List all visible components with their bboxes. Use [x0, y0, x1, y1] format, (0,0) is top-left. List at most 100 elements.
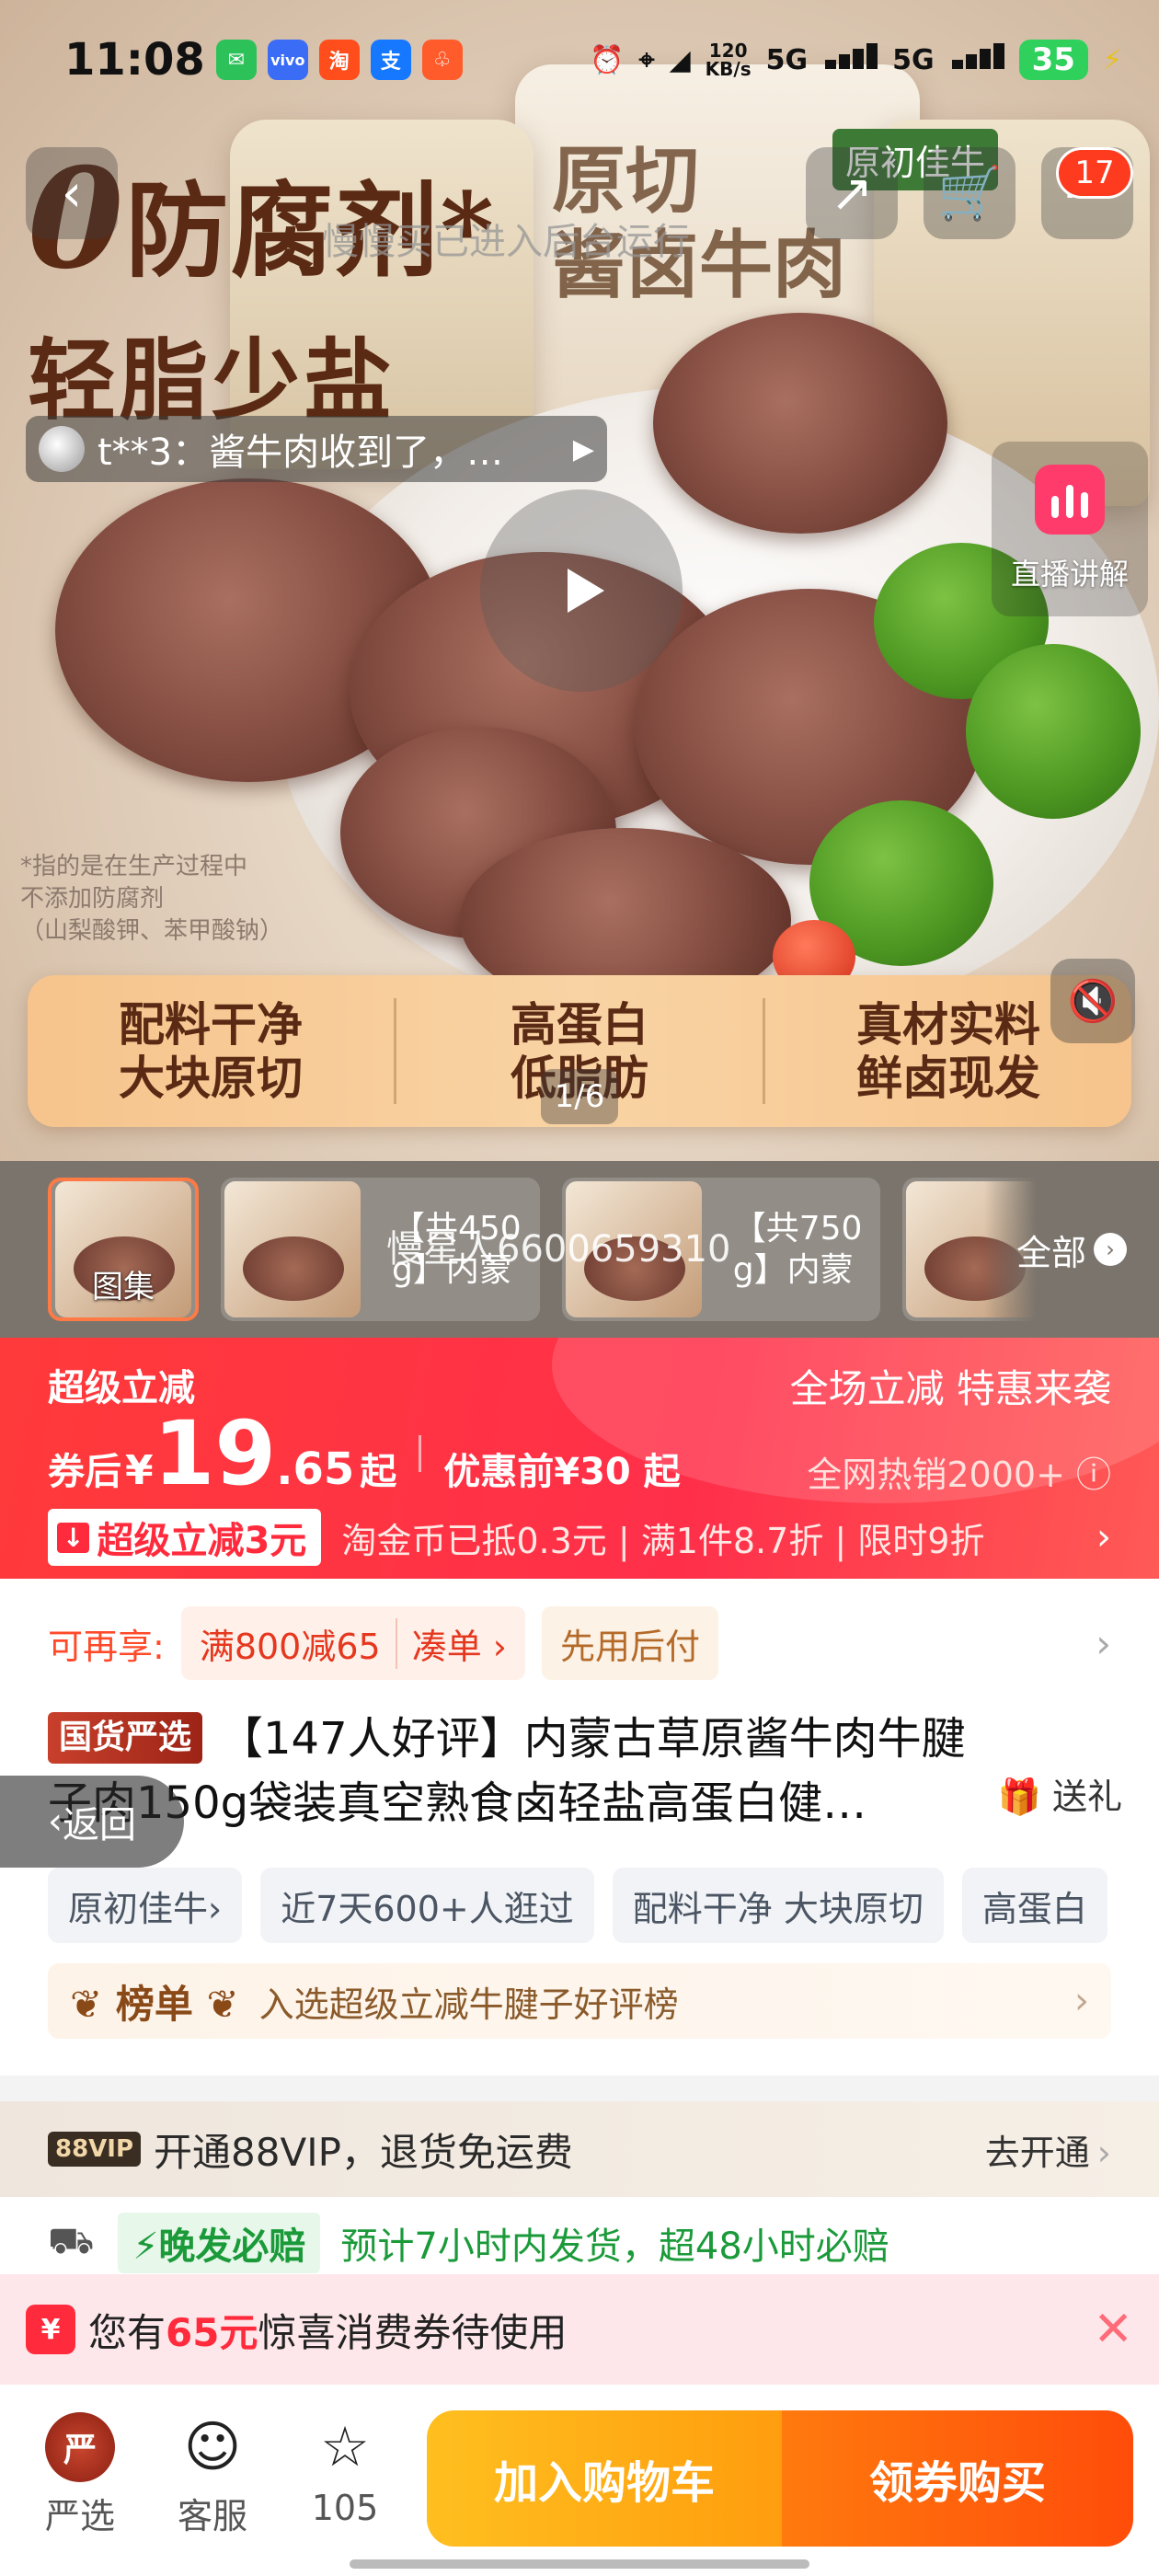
play-video-button[interactable] — [480, 489, 683, 692]
live-icon — [1035, 465, 1105, 535]
ranking-badge: ❦ 榜单 ❦ — [70, 1981, 239, 2027]
customer-service-button[interactable]: ☺ 客服 — [153, 2412, 272, 2538]
beef-image — [653, 313, 947, 534]
review-ticker[interactable]: t**3：酱牛肉收到了，… ▶ — [26, 416, 607, 482]
signal-icon — [822, 43, 878, 76]
vip-activate-link[interactable]: 去开通 › — [985, 2124, 1111, 2175]
network-type: 5G — [765, 43, 809, 76]
cart-button[interactable]: 🛒 — [924, 147, 1016, 239]
brand-chip[interactable]: 原初佳牛› — [48, 1868, 243, 1943]
currency-symbol: ¥ — [125, 1447, 154, 1494]
coupon-bar[interactable]: ¥ 您有 65元 惊喜消费券待使用 ✕ — [0, 2274, 1159, 2385]
back-button[interactable]: ‹ — [26, 147, 118, 239]
arrow-down-icon: ↓ — [57, 1522, 90, 1553]
chevron-left-icon: ‹ — [48, 1800, 63, 1843]
gift-button[interactable]: 🎁 送礼 — [979, 1772, 1122, 1823]
offers-label: 可再享: — [48, 1626, 165, 1667]
discount-row[interactable]: ↓ 超级立减3元 淘金币已抵0.3元 | 满1件8.7折 | 限时9折 › — [48, 1509, 1111, 1566]
visit-chip: 近7天600+人逛过 — [260, 1868, 594, 1943]
taobao-icon: 淘 — [318, 40, 360, 80]
chat-face-icon: ☺ — [183, 2415, 242, 2479]
app-icon: ♧ — [421, 40, 463, 80]
ranking-text: 入选超级立减牛腱子好评榜 — [258, 1984, 679, 2025]
home-indicator[interactable] — [350, 2559, 809, 2569]
store-logo-icon: 严 — [45, 2412, 115, 2482]
sales-count[interactable]: 全网热销2000+ ⓘ — [807, 1446, 1111, 1497]
favorite-button[interactable]: ☆ 105 — [285, 2412, 405, 2528]
chevron-right-icon: ▶ — [572, 432, 594, 466]
status-bar: 11:08 ✉ vivo 淘 支 ♧ ⏰ ⌖ ◢ 120 KB/s 5G 5G … — [0, 0, 1159, 120]
store-button[interactable]: 严 严选 — [20, 2412, 140, 2538]
share-button[interactable]: ↗ — [806, 147, 898, 239]
vip-row[interactable]: 88VIP 开通88VIP，退货免运费 去开通 › — [0, 2101, 1159, 2197]
close-icon[interactable]: ✕ — [1093, 2302, 1133, 2357]
live-label: 直播讲解 — [1010, 557, 1129, 592]
service-label: 客服 — [177, 2496, 247, 2536]
wechat-icon: ✉ — [215, 40, 257, 80]
feature-chip: 高蛋白 — [961, 1868, 1107, 1943]
pay-later-tag[interactable]: 先用后付 — [541, 1606, 718, 1680]
view-all-button[interactable]: 全部 › — [984, 1161, 1159, 1338]
play-icon — [568, 569, 604, 613]
alarm-icon: ⏰ — [590, 43, 625, 76]
feature-cell: 配料干净 大块原切 — [28, 998, 396, 1104]
chevron-left-icon: ‹ — [61, 163, 83, 224]
vip-text: 开通88VIP，退货免运费 — [154, 2129, 573, 2175]
background-watermark: 慢慢买已进入后台运行 — [322, 221, 690, 263]
store-label: 严选 — [44, 2496, 115, 2536]
bottom-action-bar: 严 严选 ☺ 客服 ☆ 105 加入购物车 领券购买 — [0, 2385, 1159, 2576]
original-price: 优惠前¥30 起 — [443, 1451, 681, 1493]
star-icon: ☆ — [320, 2415, 370, 2479]
chevron-right-icon: › — [1096, 1516, 1111, 1558]
charging-icon: ⚡ — [1102, 43, 1122, 76]
buy-with-coupon-button[interactable]: 领券购买 — [782, 2410, 1133, 2547]
ticker-text: t**3：酱牛肉收到了，… — [98, 431, 504, 474]
chevron-right-icon: › — [1074, 1980, 1089, 2022]
feature-chip: 配料干净 大块原切 — [612, 1868, 944, 1943]
product-title[interactable]: 国货严选 【147人好评】内蒙古草原酱牛肉牛腱 子肉150g袋装真空熟食卤轻盐高蛋… — [48, 1708, 1122, 1835]
gallery-thumb-all[interactable]: 图集 — [48, 1178, 199, 1321]
status-time: 11:08 — [64, 34, 205, 86]
live-explain-button[interactable]: 直播讲解 — [992, 442, 1148, 616]
ranking-row[interactable]: ❦ 榜单 ❦ 入选超级立减牛腱子好评榜 › — [48, 1963, 1111, 2039]
chevron-right-icon: › — [1094, 1233, 1127, 1266]
truck-icon: ⛟ — [48, 2219, 95, 2262]
signal-icon — [949, 43, 1004, 76]
price-prefix: 券后 — [48, 1451, 121, 1493]
coupon-amount: 65元 — [166, 2309, 258, 2355]
vip-badge: 88VIP — [48, 2132, 142, 2167]
carousel-pager: 1/6 — [541, 1069, 618, 1124]
watermark-overlay: 慢星人6600659310 — [386, 1228, 731, 1271]
price-suffix: 起 — [360, 1451, 397, 1493]
avatar — [39, 426, 85, 472]
coupon-text: 您有 — [88, 2309, 166, 2355]
status-right: ⏰ ⌖ ◢ 120 KB/s 5G 5G 35 ⚡ — [590, 40, 1122, 80]
offer-tag[interactable]: 满800减65 凑单 › — [180, 1606, 525, 1680]
extra-offers-row[interactable]: 可再享: 满800减65 凑单 › 先用后付 › — [48, 1606, 1111, 1680]
chevron-right-icon: › — [1096, 1620, 1111, 1666]
speaker-muted-icon: 🔇 — [1067, 978, 1119, 1025]
brand-badge: 国货严选 — [48, 1712, 203, 1765]
add-to-cart-button[interactable]: 加入购物车 — [427, 2410, 782, 2547]
cart-icon: 🛒 — [937, 164, 1002, 224]
favorite-count: 105 — [311, 2488, 379, 2528]
return-button[interactable]: ‹ 返回 — [0, 1776, 184, 1868]
view-all-label: 全部 — [1016, 1232, 1086, 1273]
hero-carousel[interactable]: 0防腐剂* 轻脂少盐 原切 酱卤牛肉 原初佳牛 慢慢买已进入后台运行 *指的是在… — [0, 0, 1159, 1161]
coupon-icon: ¥ — [26, 2305, 75, 2354]
mute-button[interactable]: 🔇 — [1050, 959, 1135, 1043]
location-icon: ⌖ — [638, 43, 655, 76]
nfc-icon: ◢ — [669, 43, 691, 76]
price-decimal: .65 — [276, 1443, 355, 1495]
vivo-icon: vivo — [267, 40, 308, 80]
coupon-text: 惊喜消费券待使用 — [258, 2309, 568, 2355]
divider — [419, 1435, 422, 1472]
cart-count-badge: 17 — [1056, 147, 1133, 199]
battery-indicator: 35 — [1018, 40, 1088, 80]
network-speed: 120 KB/s — [705, 40, 752, 80]
discount-tag: ↓ 超级立减3元 — [48, 1509, 322, 1566]
price-banner: 超级立减 全场立减 特惠来袭 券后 ¥ 19 .65 起 优惠前¥30 起 全网… — [0, 1338, 1159, 1579]
price-row: 券后 ¥ 19 .65 起 优惠前¥30 起 — [48, 1409, 681, 1498]
share-icon: ↗ — [830, 163, 874, 224]
feature-chips: 原初佳牛› 近7天600+人逛过 配料干净 大块原切 高蛋白 — [48, 1868, 1159, 1943]
